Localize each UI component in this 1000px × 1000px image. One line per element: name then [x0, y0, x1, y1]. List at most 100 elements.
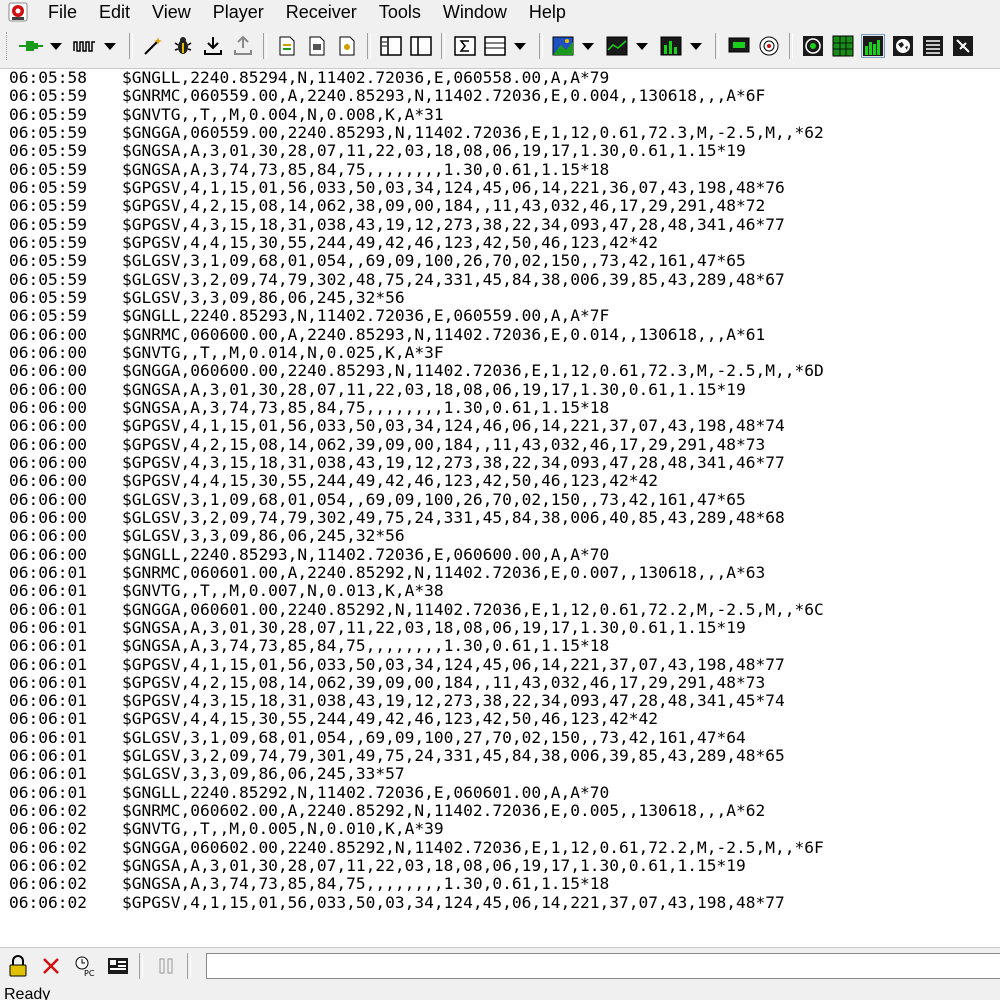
menu-help[interactable]: Help — [519, 0, 578, 24]
sum-icon[interactable] — [453, 34, 477, 58]
log-timestamp: 06:06:01 — [9, 782, 87, 802]
map-dropdown-icon[interactable] — [582, 42, 594, 50]
log-line: 06:05:59 $GPGSV,4,3,15,18,31,038,43,19,12… — [0, 214, 1000, 234]
panel-view-icon[interactable] — [379, 34, 403, 58]
line-chart-icon[interactable] — [605, 34, 629, 58]
log-line: 06:06:00 $GPGSV,4,2,15,08,14,062,39,09,00… — [0, 435, 1000, 454]
log-line: 06:05:59 $GPGSV,4,2,15,08,14,062,38,09,00… — [0, 196, 1000, 215]
log-line: 06:06:02 $GNVTG,,T,,M,0.005,N,0.010,K,A*3… — [0, 819, 1000, 839]
log-line: 06:06:00 $GNRMC,060600.00,A,2240.85293,N,… — [0, 325, 1000, 344]
sky-view-icon[interactable] — [757, 34, 781, 58]
clear-icon[interactable] — [40, 954, 64, 978]
log-line: 06:06:02 $GNGSA,A,3,74,73,85,84,75,,,,,,,… — [0, 874, 1000, 894]
menu-edit[interactable]: Edit — [89, 0, 142, 24]
log-timestamp: 06:06:02 — [9, 874, 87, 894]
line-chart-dropdown-icon[interactable] — [636, 42, 648, 50]
packet-view-icon[interactable] — [409, 34, 433, 58]
bar-chart-dropdown-icon[interactable] — [690, 42, 702, 50]
debug-bug-icon[interactable] — [171, 34, 195, 58]
log-message: $GLGSV,3,2,09,74,79,301,49,75,24,331,45,… — [122, 746, 785, 766]
log-line: 06:06:00 $GLGSV,3,3,09,86,06,245,32*56 — [0, 526, 1000, 545]
log-message: $GLGSV,3,2,09,74,79,302,49,75,24,331,45,… — [122, 507, 785, 527]
status-text: Ready — [4, 986, 51, 1000]
table-view-dropdown-icon[interactable] — [514, 42, 526, 50]
log-timestamp: 06:06:00 — [9, 489, 87, 509]
log-message: $GLGSV,3,2,09,74,79,302,48,75,24,331,45,… — [122, 269, 785, 289]
log-timestamp: 06:05:59 — [9, 269, 87, 289]
log-line: 06:06:01 $GLGSV,3,3,09,86,06,245,33*57 — [0, 764, 1000, 784]
log-timestamp: 06:06:01 — [9, 636, 87, 656]
log-timestamp: 06:06:00 — [9, 379, 87, 399]
map-icon[interactable] — [551, 34, 575, 58]
menu-receiver[interactable]: Receiver — [276, 0, 369, 24]
signal-strength-icon[interactable] — [861, 34, 885, 58]
menu-bar: File Edit View Player Receiver Tools Win… — [0, 0, 1000, 24]
log-message: $GNGSA,A,3,01,30,28,07,11,22,03,18,08,06… — [122, 141, 746, 161]
pause-icon[interactable] — [154, 954, 178, 978]
log-line: 06:06:01 $GNGGA,060601.00,2240.85292,N,11… — [0, 600, 1000, 619]
lock-icon[interactable] — [6, 954, 30, 978]
message-icon[interactable] — [107, 954, 131, 978]
log-timestamp: 06:06:00 — [9, 507, 87, 527]
log-message: $GPGSV,4,1,15,01,56,033,50,03,34,124,45,… — [122, 177, 785, 197]
pc-clock-icon[interactable]: PC — [73, 954, 97, 978]
connection-dropdown-icon[interactable] — [50, 42, 62, 50]
table-view-icon[interactable] — [483, 34, 507, 58]
log-timestamp: 06:06:01 — [9, 581, 87, 601]
upload-icon[interactable] — [231, 34, 255, 58]
app-icon[interactable] — [8, 2, 28, 22]
log-message: $GPGSV,4,3,15,18,31,038,43,19,12,273,38,… — [122, 214, 785, 234]
new-document-icon[interactable] — [275, 34, 299, 58]
log-timestamp: 06:06:01 — [9, 709, 87, 729]
satellite-icon[interactable] — [951, 34, 975, 58]
svg-text:PC: PC — [84, 969, 95, 977]
grid-map-icon[interactable] — [831, 34, 855, 58]
menu-view[interactable]: View — [142, 0, 203, 24]
document-settings-icon[interactable] — [335, 34, 359, 58]
wand-icon[interactable] — [141, 34, 165, 58]
log-message: $GNVTG,,T,,M,0.007,N,0.013,K,A*38 — [122, 581, 444, 601]
menu-window[interactable]: Window — [433, 0, 519, 24]
log-message: $GPGSV,4,4,15,30,55,244,49,42,46,123,42,… — [122, 471, 659, 491]
log-line: 06:06:01 $GNRMC,060601.00,A,2240.85292,N,… — [0, 562, 1000, 582]
log-timestamp: 06:05:59 — [9, 104, 87, 124]
log-line: 06:05:59 $GNVTG,,T,,M,0.004,N,0.008,K,A*3… — [0, 104, 1000, 124]
log-line: 06:06:00 $GNVTG,,T,,M,0.014,N,0.025,K,A*3… — [0, 343, 1000, 362]
document-edit-icon[interactable] — [305, 34, 329, 58]
toolbar-grip[interactable] — [6, 32, 10, 60]
baudrate-icon[interactable] — [73, 34, 97, 58]
log-timestamp: 06:05:59 — [9, 86, 87, 106]
packet-console[interactable]: 06:05:58 $GNGLL,2240.85294,N,11402.72036,… — [0, 69, 1000, 947]
text-list-icon[interactable] — [921, 34, 945, 58]
log-message: $GNRMC,060601.00,A,2240.85292,N,11402.72… — [122, 562, 766, 582]
log-message: $GNVTG,,T,,M,0.004,N,0.008,K,A*31 — [122, 104, 444, 124]
log-timestamp: 06:06:01 — [9, 764, 87, 784]
download-icon[interactable] — [201, 34, 225, 58]
log-line: 06:06:01 $GNGSA,A,3,01,30,28,07,11,22,03,… — [0, 617, 1000, 637]
log-timestamp: 06:05:59 — [9, 306, 87, 326]
baudrate-dropdown-icon[interactable] — [104, 42, 116, 50]
log-message: $GLGSV,3,1,09,68,01,054,,69,09,100,26,70… — [122, 489, 746, 509]
connection-icon[interactable] — [19, 34, 43, 58]
log-line: 06:06:01 $GNGLL,2240.85292,N,11402.72036,… — [0, 782, 1000, 802]
monitor-icon[interactable] — [727, 34, 751, 58]
log-line: 06:06:02 $GNGSA,A,3,01,30,28,07,11,22,03,… — [0, 856, 1000, 875]
menu-tools[interactable]: Tools — [369, 0, 433, 24]
log-line: 06:05:59 $GLGSV,3,3,09,86,06,245,32*56 — [0, 288, 1000, 307]
log-line: 06:05:59 $GNGGA,060559.00,2240.85293,N,11… — [0, 122, 1000, 142]
log-timestamp: 06:06:01 — [9, 617, 87, 637]
menu-file[interactable]: File — [38, 0, 89, 24]
menu-player[interactable]: Player — [203, 0, 276, 24]
log-line: 06:06:00 $GPGSV,4,3,15,18,31,038,43,19,12… — [0, 453, 1000, 472]
log-message: $GLGSV,3,3,09,86,06,245,33*57 — [122, 764, 405, 784]
command-input[interactable] — [205, 953, 1000, 979]
log-timestamp: 06:06:02 — [9, 837, 87, 857]
bar-chart-icon[interactable] — [659, 34, 683, 58]
log-timestamp: 06:05:59 — [9, 122, 87, 142]
compass-icon[interactable] — [801, 34, 825, 58]
log-message: $GNVTG,,T,,M,0.005,N,0.010,K,A*39 — [122, 819, 444, 839]
world-icon[interactable] — [891, 34, 915, 58]
log-line: 06:06:02 $GNGGA,060602.00,2240.85292,N,11… — [0, 837, 1000, 857]
log-message: $GPGSV,4,3,15,18,31,038,43,19,12,273,38,… — [122, 691, 785, 711]
log-timestamp: 06:06:02 — [9, 801, 87, 821]
